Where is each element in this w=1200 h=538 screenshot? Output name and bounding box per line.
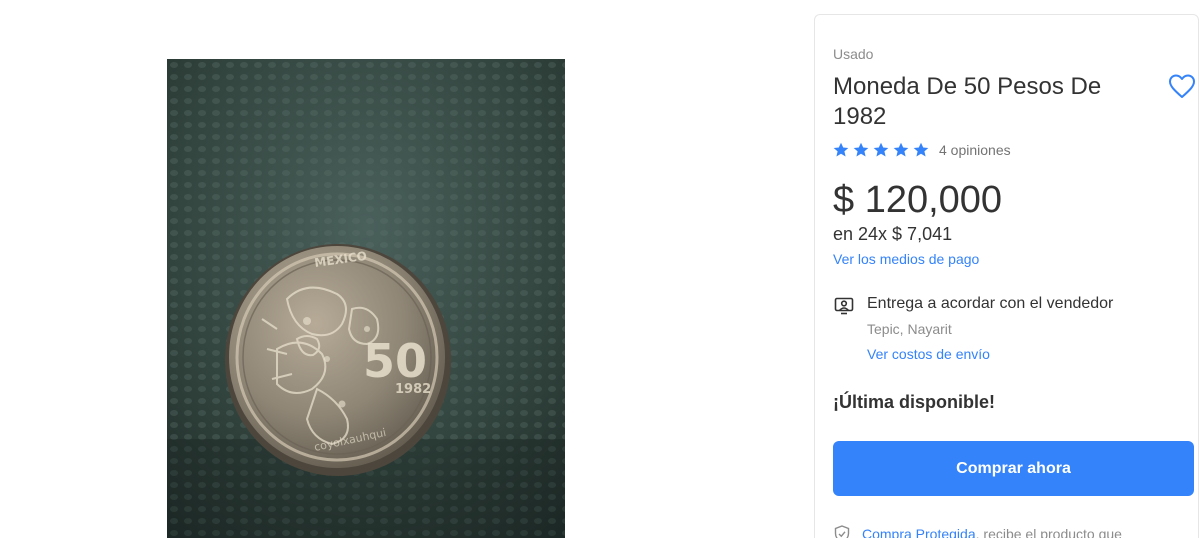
product-page: MEXICO 50 1982 coyolxauhqui Usado Moneda… xyxy=(0,0,1200,538)
price: $ 120,000 xyxy=(833,179,1003,221)
coin: MEXICO 50 1982 coyolxauhqui xyxy=(225,244,451,476)
purchase-panel: Usado Moneda De 50 Pesos De 1982 4 opini… xyxy=(814,14,1199,538)
product-title: Moneda De 50 Pesos De 1982 xyxy=(833,73,1102,130)
delivery-title: Entrega a acordar con el vendedor xyxy=(867,295,1114,312)
product-image[interactable]: MEXICO 50 1982 coyolxauhqui xyxy=(167,59,565,538)
product-gallery: MEXICO 50 1982 coyolxauhqui xyxy=(0,0,800,538)
star-icon xyxy=(873,142,889,157)
coin-photo: MEXICO 50 1982 coyolxauhqui xyxy=(167,59,565,538)
shield-check-icon xyxy=(834,525,850,538)
delivery-location: Tepic, Nayarit xyxy=(867,321,952,337)
favorite-button[interactable] xyxy=(1168,73,1196,99)
star-icon xyxy=(893,142,909,157)
protection-text: , recibe el producto que xyxy=(975,526,1122,538)
buy-now-button[interactable]: Comprar ahora xyxy=(833,441,1194,496)
protected-purchase-link[interactable]: Compra Protegida xyxy=(862,526,976,538)
rating: 4 opiniones xyxy=(833,141,1011,159)
stock-status: ¡Última disponible! xyxy=(833,392,995,412)
star-icon xyxy=(913,142,929,157)
coin-denomination-text: 50 xyxy=(363,334,427,388)
payment-methods-link[interactable]: Ver los medios de pago xyxy=(833,251,979,267)
person-card-icon xyxy=(834,297,854,315)
star-icon xyxy=(853,142,869,157)
product-condition: Usado xyxy=(833,46,874,62)
shipping-costs-link[interactable]: Ver costos de envío xyxy=(867,346,990,362)
star-icon xyxy=(833,142,849,157)
purchase-protection: Compra Protegida , recibe el producto qu… xyxy=(834,525,1122,538)
installments: en 24x $ 7,041 xyxy=(833,224,953,244)
reviews-link[interactable]: 4 opiniones xyxy=(939,142,1011,158)
coin-year-text: 1982 xyxy=(395,382,431,397)
heart-icon xyxy=(1169,74,1195,98)
